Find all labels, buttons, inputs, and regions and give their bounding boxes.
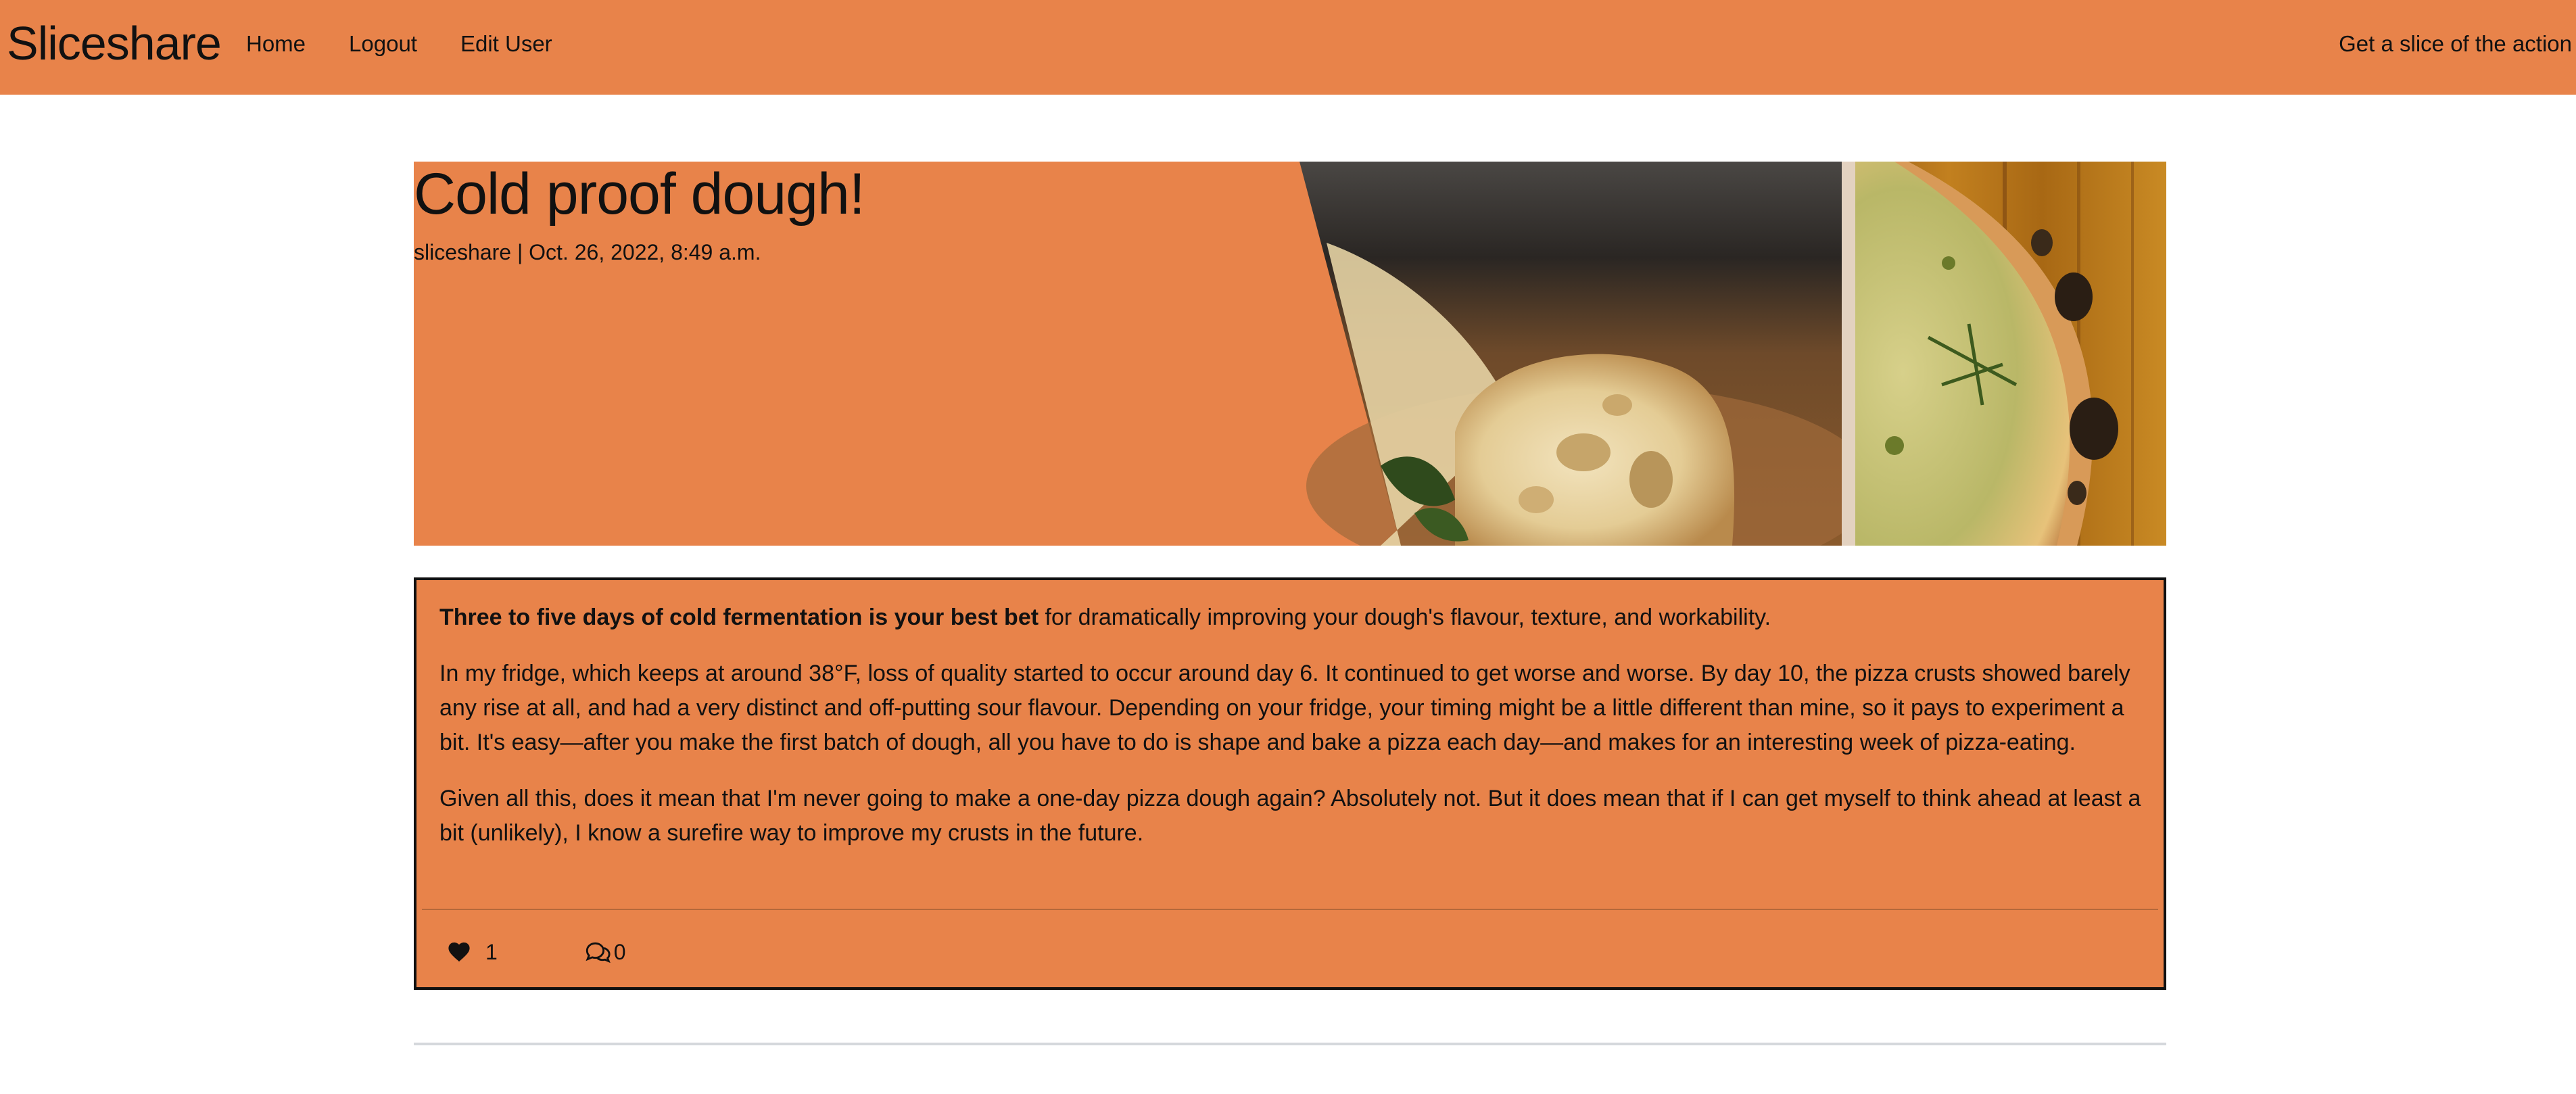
post-paragraph: In my fridge, which keeps at around 38°F… — [439, 661, 2130, 755]
pizza-photo — [1299, 162, 2166, 546]
post-lead-text: for dramatically improving your dough's … — [1039, 604, 1771, 630]
post-hero: Cold proof dough! sliceshare | Oct. 26, … — [414, 162, 2166, 546]
nav-link-edit-user[interactable]: Edit User — [460, 30, 552, 58]
page-divider — [414, 1043, 2166, 1045]
navbar: Sliceshare Home Logout Edit User Get a s… — [0, 0, 2576, 95]
post-lead-bold: Three to five days of cold fermentation … — [439, 604, 1039, 630]
comment-count: 0 — [613, 939, 626, 964]
post-paragraph: Given all this, does it mean that I'm ne… — [439, 786, 2141, 846]
post-meta: sliceshare | Oct. 26, 2022, 8:49 a.m. — [414, 240, 761, 264]
card-divider — [422, 909, 2158, 910]
heart-icon — [448, 942, 470, 962]
nav-link-home[interactable]: Home — [246, 30, 306, 58]
comments-icon — [586, 942, 611, 963]
nav-link-logout[interactable]: Logout — [349, 30, 417, 58]
post-card: Three to five days of cold fermentation … — [414, 577, 2166, 990]
post-actions: 1 0 — [448, 933, 626, 971]
post-paragraph: Three to five days of cold fermentation … — [439, 600, 2143, 635]
post-body: Three to five days of cold fermentation … — [439, 600, 2143, 872]
tagline: Get a slice of the action — [2339, 31, 2572, 56]
brand-logo[interactable]: Sliceshare — [7, 16, 222, 70]
nav-links: Home Logout Edit User — [246, 30, 596, 58]
like-button[interactable]: 1 — [448, 940, 498, 965]
like-count: 1 — [485, 939, 498, 964]
post-title: Cold proof dough! — [414, 162, 865, 227]
comment-button[interactable]: 0 — [584, 940, 626, 965]
